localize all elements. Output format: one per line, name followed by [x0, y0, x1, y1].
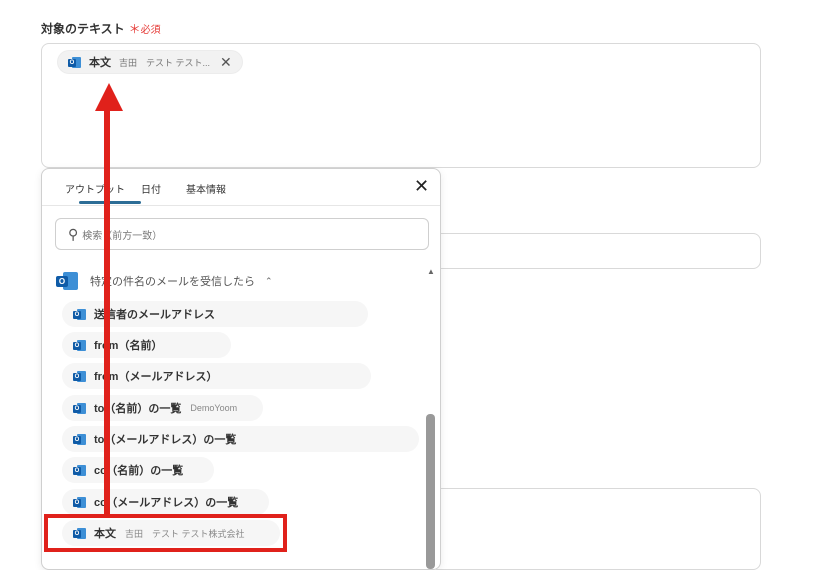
item-label: from（メールアドレス） [94, 371, 218, 383]
required-text: 必須 [140, 25, 161, 36]
tab-output[interactable]: アウトプット [65, 181, 125, 196]
chip-value: 吉田 テスト テスト... [119, 57, 211, 68]
picker-tabs: アウトプット 日付 基本情報 ✕ [42, 169, 440, 206]
outlook-icon: O [73, 433, 86, 445]
variable-picker-popup: アウトプット 日付 基本情報 ✕ ⚲ 検索（前方一致） O 特定の件名のメールを… [41, 168, 441, 570]
list-item[interactable]: O from（名前） [62, 332, 231, 358]
required-star: ＊ [128, 22, 141, 36]
field-label-text: 対象のテキスト [41, 22, 125, 36]
item-label: to（メールアドレス）の一覧 [94, 434, 237, 446]
trigger-section-header[interactable]: O 特定の件名のメールを受信したら ⌃ [56, 272, 273, 290]
selected-variable-chip[interactable]: O 本文 吉田 テスト テスト... ✕ [58, 51, 242, 73]
search-input[interactable]: ⚲ 検索（前方一致） [55, 218, 429, 250]
search-placeholder: 検索（前方一致） [82, 230, 163, 242]
list-item[interactable]: O cc（名前）の一覧 [62, 457, 214, 483]
search-icon: ⚲ [68, 225, 79, 242]
list-item[interactable]: O to（名前）の一覧 DemoYoom [62, 395, 263, 421]
annotation-highlight-box [44, 514, 287, 552]
annotation-arrow-shaft [104, 108, 110, 516]
third-input-field[interactable] [430, 488, 761, 570]
outlook-icon: O [73, 308, 86, 320]
annotation-arrow-head [95, 83, 123, 111]
chip-label: 本文 [89, 57, 111, 69]
section-title: 特定の件名のメールを受信したら [90, 276, 255, 288]
outlook-icon: O [73, 339, 86, 351]
list-item[interactable]: O to（メールアドレス）の一覧 [62, 426, 419, 452]
scrollbar[interactable] [426, 414, 435, 569]
outlook-icon: O [56, 272, 78, 290]
outlook-icon: O [73, 402, 86, 414]
outlook-icon: O [73, 370, 86, 382]
close-icon[interactable]: ✕ [414, 177, 429, 195]
chevron-up-icon[interactable]: ⌃ [265, 276, 273, 287]
item-label: 送信者のメールアドレス [94, 309, 215, 321]
outlook-icon: O [68, 56, 81, 68]
active-tab-indicator [79, 201, 141, 204]
tab-date[interactable]: 日付 [141, 181, 161, 196]
outlook-icon: O [73, 464, 86, 476]
list-item[interactable]: O cc（メールアドレス）の一覧 [62, 489, 269, 515]
item-label: cc（メールアドレス）の一覧 [94, 497, 239, 509]
scroll-up-arrow-icon[interactable]: ▲ [427, 267, 435, 276]
chip-remove-icon[interactable]: ✕ [220, 55, 232, 69]
field-label: 対象のテキスト ＊必須 [41, 20, 161, 37]
item-value: DemoYoom [190, 403, 238, 413]
second-input-field[interactable] [430, 233, 761, 269]
tab-basic-info[interactable]: 基本情報 [186, 181, 226, 196]
outlook-icon: O [73, 496, 86, 508]
